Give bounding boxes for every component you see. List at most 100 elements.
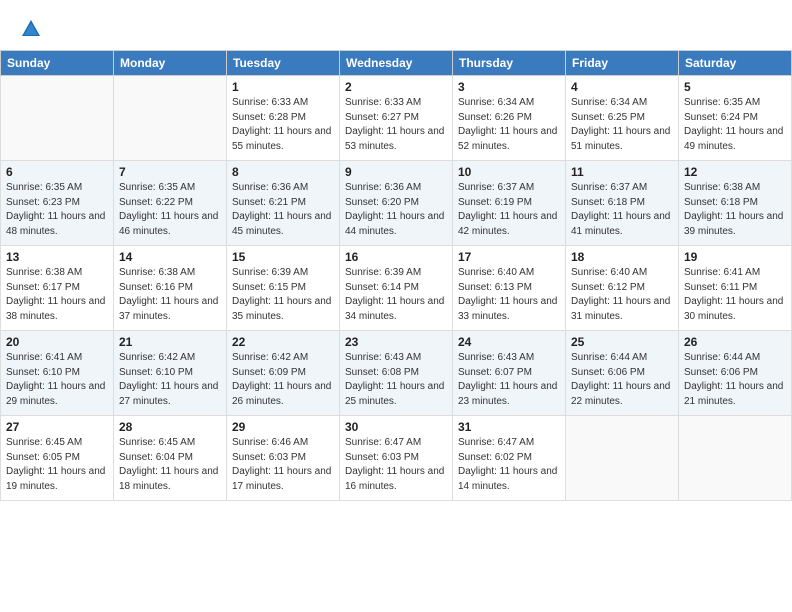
day-info: Sunrise: 6:42 AMSunset: 6:10 PMDaylight:… [119, 351, 221, 409]
calendar-table: SundayMondayTuesdayWednesdayThursdayFrid… [0, 50, 792, 501]
calendar-cell: 14 Sunrise: 6:38 AMSunset: 6:16 PMDayligh… [114, 246, 227, 331]
day-number: 30 [345, 420, 447, 434]
day-number: 5 [684, 80, 786, 94]
week-row-4: 20Sunrise: 6:41 AMSunset: 6:10 PMDayligh… [1, 331, 792, 416]
day-number: 11 [571, 165, 673, 179]
day-info: Sunrise: 6:38 AMSunset: 6:16 PMDaylight:… [119, 266, 221, 324]
day-number: 7 [119, 165, 221, 179]
calendar-cell: 20Sunrise: 6:41 AMSunset: 6:10 PMDayligh… [1, 331, 114, 416]
calendar-cell: 23Sunrise: 6:43 AMSunset: 6:08 PMDayligh… [340, 331, 453, 416]
calendar-cell: 28Sunrise: 6:45 AMSunset: 6:04 PMDayligh… [114, 416, 227, 501]
day-info: Sunrise: 6:44 AMSunset: 6:06 PMDaylight:… [571, 351, 673, 409]
day-info: Sunrise: 6:35 AMSunset: 6:22 PMDaylight:… [119, 181, 221, 239]
calendar-cell: 12 Sunrise: 6:38 AMSunset: 6:18 PMDayligh… [679, 161, 792, 246]
day-number: 6 [6, 165, 108, 179]
calendar-cell: 19Sunrise: 6:41 AMSunset: 6:11 PMDayligh… [679, 246, 792, 331]
day-info: Sunrise: 6:47 AMSunset: 6:02 PMDaylight:… [458, 436, 560, 494]
day-number: 1 [232, 80, 334, 94]
day-number: 15 [232, 250, 334, 264]
day-info: Sunrise: 6:38 AMSunset: 6:17 PMDaylight:… [6, 266, 108, 324]
calendar-header-monday: Monday [114, 51, 227, 76]
calendar-cell: 2Sunrise: 6:33 AMSunset: 6:27 PMDaylight… [340, 76, 453, 161]
calendar-cell [1, 76, 114, 161]
day-info: Sunrise: 6:47 AMSunset: 6:03 PMDaylight:… [345, 436, 447, 494]
week-row-3: 13 Sunrise: 6:38 AMSunset: 6:17 PMDayligh… [1, 246, 792, 331]
calendar-cell: 29Sunrise: 6:46 AMSunset: 6:03 PMDayligh… [227, 416, 340, 501]
day-info: Sunrise: 6:40 AMSunset: 6:12 PMDaylight:… [571, 266, 673, 324]
day-number: 10 [458, 165, 560, 179]
day-info: Sunrise: 6:43 AMSunset: 6:08 PMDaylight:… [345, 351, 447, 409]
calendar-cell: 5 Sunrise: 6:35 AMSunset: 6:24 PMDaylight… [679, 76, 792, 161]
day-number: 14 [119, 250, 221, 264]
day-info: Sunrise: 6:40 AMSunset: 6:13 PMDaylight:… [458, 266, 560, 324]
calendar-cell: 6 Sunrise: 6:35 AMSunset: 6:23 PMDaylight… [1, 161, 114, 246]
calendar-cell: 25 Sunrise: 6:44 AMSunset: 6:06 PMDayligh… [566, 331, 679, 416]
day-info: Sunrise: 6:34 AMSunset: 6:26 PMDaylight:… [458, 96, 560, 154]
calendar-cell: 22Sunrise: 6:42 AMSunset: 6:09 PMDayligh… [227, 331, 340, 416]
week-row-2: 6 Sunrise: 6:35 AMSunset: 6:23 PMDaylight… [1, 161, 792, 246]
day-info: Sunrise: 6:37 AMSunset: 6:19 PMDaylight:… [458, 181, 560, 239]
day-info: Sunrise: 6:41 AMSunset: 6:11 PMDaylight:… [684, 266, 786, 324]
logo [18, 18, 42, 40]
day-info: Sunrise: 6:36 AMSunset: 6:21 PMDaylight:… [232, 181, 334, 239]
calendar-cell: 24 Sunrise: 6:43 AMSunset: 6:07 PMDayligh… [453, 331, 566, 416]
calendar-cell: 18 Sunrise: 6:40 AMSunset: 6:12 PMDayligh… [566, 246, 679, 331]
day-info: Sunrise: 6:41 AMSunset: 6:10 PMDaylight:… [6, 351, 108, 409]
calendar-cell: 10 Sunrise: 6:37 AMSunset: 6:19 PMDayligh… [453, 161, 566, 246]
day-number: 4 [571, 80, 673, 94]
day-info: Sunrise: 6:39 AMSunset: 6:14 PMDaylight:… [345, 266, 447, 324]
day-info: Sunrise: 6:38 AMSunset: 6:18 PMDaylight:… [684, 181, 786, 239]
day-number: 16 [345, 250, 447, 264]
calendar-cell: 13 Sunrise: 6:38 AMSunset: 6:17 PMDayligh… [1, 246, 114, 331]
calendar-header-tuesday: Tuesday [227, 51, 340, 76]
day-number: 8 [232, 165, 334, 179]
calendar-cell: 17 Sunrise: 6:40 AMSunset: 6:13 PMDayligh… [453, 246, 566, 331]
day-info: Sunrise: 6:35 AMSunset: 6:23 PMDaylight:… [6, 181, 108, 239]
day-info: Sunrise: 6:35 AMSunset: 6:24 PMDaylight:… [684, 96, 786, 154]
day-info: Sunrise: 6:33 AMSunset: 6:27 PMDaylight:… [345, 96, 447, 154]
day-info: Sunrise: 6:44 AMSunset: 6:06 PMDaylight:… [684, 351, 786, 409]
day-number: 31 [458, 420, 560, 434]
day-info: Sunrise: 6:46 AMSunset: 6:03 PMDaylight:… [232, 436, 334, 494]
week-row-5: 27Sunrise: 6:45 AMSunset: 6:05 PMDayligh… [1, 416, 792, 501]
calendar-header-friday: Friday [566, 51, 679, 76]
day-info: Sunrise: 6:43 AMSunset: 6:07 PMDaylight:… [458, 351, 560, 409]
calendar-cell [566, 416, 679, 501]
calendar-cell: 9Sunrise: 6:36 AMSunset: 6:20 PMDaylight… [340, 161, 453, 246]
calendar-header-saturday: Saturday [679, 51, 792, 76]
calendar-cell: 31 Sunrise: 6:47 AMSunset: 6:02 PMDayligh… [453, 416, 566, 501]
calendar-cell: 16 Sunrise: 6:39 AMSunset: 6:14 PMDayligh… [340, 246, 453, 331]
day-info: Sunrise: 6:42 AMSunset: 6:09 PMDaylight:… [232, 351, 334, 409]
day-info: Sunrise: 6:45 AMSunset: 6:05 PMDaylight:… [6, 436, 108, 494]
calendar-cell: 3 Sunrise: 6:34 AMSunset: 6:26 PMDaylight… [453, 76, 566, 161]
day-number: 24 [458, 335, 560, 349]
day-info: Sunrise: 6:36 AMSunset: 6:20 PMDaylight:… [345, 181, 447, 239]
calendar-cell: 15 Sunrise: 6:39 AMSunset: 6:15 PMDayligh… [227, 246, 340, 331]
calendar-header-sunday: Sunday [1, 51, 114, 76]
day-number: 21 [119, 335, 221, 349]
calendar-cell: 26Sunrise: 6:44 AMSunset: 6:06 PMDayligh… [679, 331, 792, 416]
calendar-cell: 21 Sunrise: 6:42 AMSunset: 6:10 PMDayligh… [114, 331, 227, 416]
calendar-cell: 30 Sunrise: 6:47 AMSunset: 6:03 PMDayligh… [340, 416, 453, 501]
calendar-cell: 27Sunrise: 6:45 AMSunset: 6:05 PMDayligh… [1, 416, 114, 501]
calendar-cell: 7 Sunrise: 6:35 AMSunset: 6:22 PMDaylight… [114, 161, 227, 246]
calendar-cell: 4Sunrise: 6:34 AMSunset: 6:25 PMDaylight… [566, 76, 679, 161]
calendar-header-row: SundayMondayTuesdayWednesdayThursdayFrid… [1, 51, 792, 76]
logo-icon [20, 18, 42, 40]
calendar-cell: 11 Sunrise: 6:37 AMSunset: 6:18 PMDayligh… [566, 161, 679, 246]
header [0, 0, 792, 50]
day-info: Sunrise: 6:33 AMSunset: 6:28 PMDaylight:… [232, 96, 334, 154]
day-number: 12 [684, 165, 786, 179]
calendar-cell [679, 416, 792, 501]
day-number: 3 [458, 80, 560, 94]
day-number: 17 [458, 250, 560, 264]
day-info: Sunrise: 6:39 AMSunset: 6:15 PMDaylight:… [232, 266, 334, 324]
day-number: 25 [571, 335, 673, 349]
day-number: 18 [571, 250, 673, 264]
day-number: 28 [119, 420, 221, 434]
week-row-1: 1 Sunrise: 6:33 AMSunset: 6:28 PMDaylight… [1, 76, 792, 161]
calendar-cell [114, 76, 227, 161]
day-number: 13 [6, 250, 108, 264]
day-info: Sunrise: 6:37 AMSunset: 6:18 PMDaylight:… [571, 181, 673, 239]
calendar-header-wednesday: Wednesday [340, 51, 453, 76]
